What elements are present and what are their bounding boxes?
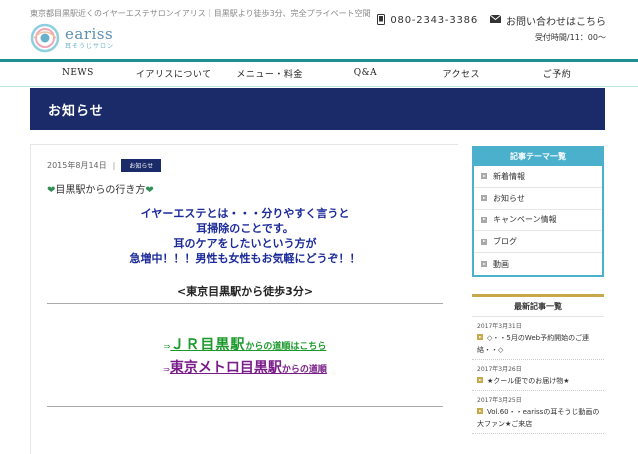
post-title-text: 目黒駅からの行き方 — [55, 185, 146, 196]
lead-line: イヤーエステとは・・・分りやすく言うと — [140, 207, 350, 220]
sidebar-item-campaign[interactable]: キャンペーン情報 — [474, 210, 602, 232]
sidebar-themes: 記事テーマ一覧 新着情報 お知らせ キャンペーン情報 ブログ 動画 — [472, 146, 604, 277]
recent-post[interactable]: 2017年3月31日 ◇・・5月のWeb予約開始のご連絡・・◇ — [472, 317, 604, 360]
metro-directions-link[interactable]: ⇒東京メトロ目黒駅からの道順 — [47, 357, 443, 377]
site-tagline: 東京都目黒駅近くのイヤーエステサロンイアリス｜目黒駅より徒歩3分、完全プライベー… — [30, 9, 371, 18]
bullet-arrow-icon — [481, 238, 487, 245]
heart-icon: ❤ — [145, 185, 154, 196]
post-subhead: <東京目黒駅から徒歩3分> — [176, 285, 314, 298]
main-nav: NEWS イアリスについて メニュー・料金 Q&A アクセス ご予約 — [30, 62, 605, 84]
sidebar-item-video[interactable]: 動画 — [474, 253, 602, 275]
sidebar-item-label: お知らせ — [493, 193, 525, 203]
recent-post-date: 2017年3月26日 — [477, 366, 522, 373]
post-date: 2015年8月14日 — [47, 161, 107, 170]
divider — [47, 303, 443, 304]
recent-post[interactable]: 2017年3月25日 Vol.60・・earissの耳そうじ動画の大ファン★ご来… — [472, 391, 604, 434]
bullet-arrow-icon — [481, 216, 487, 223]
nav-item-news[interactable]: NEWS — [30, 62, 126, 84]
page: 東京都目黒駅近くのイヤーエステサロンイアリス｜目黒駅より徒歩3分、完全プライベー… — [0, 0, 638, 454]
bullet-arrow-icon — [477, 377, 483, 383]
divider — [47, 406, 443, 407]
post-title: ❤目黒駅からの行き方❤ — [47, 181, 154, 196]
sidebar-item-label: 新着情報 — [493, 171, 525, 181]
sidebar-recent-title: 最新記事一覧 — [472, 297, 604, 317]
page-title-band: お知らせ — [30, 88, 605, 130]
page-title: お知らせ — [48, 103, 104, 119]
recent-post-title[interactable]: ★クール便でのお届け物★ — [487, 377, 570, 385]
meta-separator: | — [112, 161, 116, 170]
logo-mark-icon — [30, 23, 60, 53]
lead-line: 急増中！！！男性も女性もお気軽にどうぞ！！ — [129, 252, 361, 265]
recent-post-date: 2017年3月31日 — [477, 323, 522, 330]
jr-directions-link[interactable]: ⇒ＪＲ目黒駅からの道順はこちら — [47, 334, 443, 354]
recent-post[interactable]: 2017年3月26日 ★クール便でのお届け物★ — [472, 360, 604, 391]
nav-item-reserve[interactable]: ご予約 — [509, 62, 605, 84]
recent-posts-list: 2017年3月31日 ◇・・5月のWeb予約開始のご連絡・・◇ 2017年3月2… — [472, 317, 604, 434]
bullet-arrow-icon — [481, 261, 487, 268]
phone-number[interactable]: 080-2343-3386 — [390, 15, 478, 26]
header-contact: 080-2343-3386 お問い合わせはこちら — [377, 13, 606, 28]
jr-directions-text[interactable]: からの道順はこちら — [245, 342, 326, 352]
arrow-icon: ⇒ — [163, 365, 170, 374]
recent-post-title[interactable]: ◇・・5月のWeb予約開始のご連絡・・◇ — [477, 334, 589, 354]
sidebar-themes-title: 記事テーマ一覧 — [474, 148, 602, 166]
sidebar-item-notice[interactable]: お知らせ — [474, 188, 602, 210]
jr-station-name[interactable]: ＪＲ目黒駅 — [170, 337, 245, 353]
bullet-arrow-icon — [481, 173, 487, 180]
sidebar-item-label: 動画 — [493, 259, 509, 269]
bullet-arrow-icon — [481, 195, 487, 202]
lead-line: 耳掃除のことです。 — [196, 222, 294, 235]
site-logo[interactable]: eariss 耳そうじサロン — [30, 20, 130, 56]
post-lead: イヤーエステとは・・・分りやすく言うと 耳掃除のことです。 耳のケアをしたいとい… — [47, 206, 443, 266]
sidebar-item-news[interactable]: 新着情報 — [474, 166, 602, 188]
lead-line: 耳のケアをしたいという方が — [173, 237, 317, 250]
phone-icon — [377, 13, 386, 28]
bullet-arrow-icon — [477, 334, 483, 340]
nav-item-faq[interactable]: Q&A — [317, 62, 413, 84]
sidebar-item-blog[interactable]: ブログ — [474, 231, 602, 254]
nav-item-access[interactable]: アクセス — [413, 62, 509, 84]
article: 2015年8月14日 | お知らせ ❤目黒駅からの行き方❤ イヤーエステとは・・… — [30, 144, 458, 454]
recent-post-date: 2017年3月25日 — [477, 397, 522, 404]
nav-bottom-border — [0, 86, 638, 87]
nav-item-menu[interactable]: メニュー・料金 — [222, 62, 318, 84]
recent-post-title[interactable]: Vol.60・・earissの耳そうじ動画の大ファン★ご来店 — [477, 408, 599, 428]
nav-item-about[interactable]: イアリスについて — [126, 62, 222, 84]
post-meta: 2015年8月14日 | お知らせ — [47, 159, 162, 172]
sidebar-item-label: キャンペーン情報 — [493, 215, 557, 225]
bullet-arrow-icon — [477, 408, 483, 414]
business-hours: 受付時間/11：00～ — [534, 33, 606, 42]
category-badge[interactable]: お知らせ — [121, 159, 162, 172]
metro-directions-text[interactable]: からの道順 — [282, 365, 327, 375]
logo-subtitle: 耳そうじサロン — [65, 42, 115, 50]
sidebar-item-label: ブログ — [493, 237, 517, 247]
metro-station-name[interactable]: 東京メトロ目黒駅 — [170, 360, 282, 376]
mail-icon — [489, 14, 502, 26]
logo-name: eariss — [65, 24, 114, 43]
contact-link[interactable]: お問い合わせはこちら — [506, 13, 606, 28]
